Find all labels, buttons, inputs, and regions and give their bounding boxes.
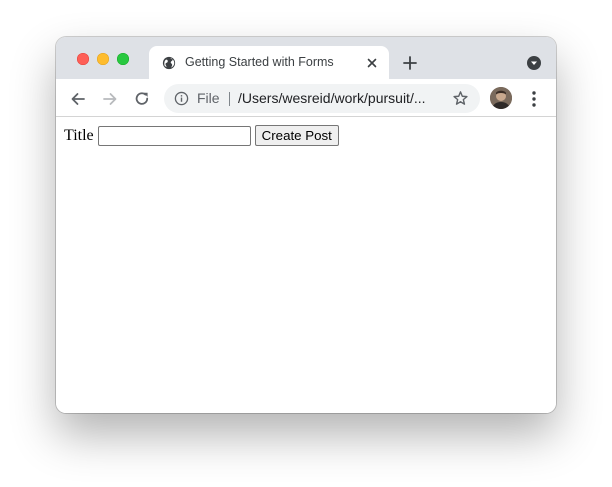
tab-title: Getting Started with Forms xyxy=(185,55,334,69)
profile-photo xyxy=(490,87,512,109)
active-tab[interactable]: Getting Started with Forms xyxy=(149,46,389,80)
browser-window: Getting Started with Forms File /Users/w… xyxy=(56,37,556,413)
page-content: Title Create Post xyxy=(56,117,556,413)
reload-icon[interactable] xyxy=(133,90,151,108)
title-input[interactable] xyxy=(97,125,251,146)
arrow-right-icon[interactable] xyxy=(101,90,119,108)
arrow-left-icon[interactable] xyxy=(69,90,87,108)
title-label: Title xyxy=(64,126,94,144)
star-icon[interactable] xyxy=(452,90,469,107)
tab-strip: Getting Started with Forms xyxy=(56,37,556,80)
omnibox-separator xyxy=(229,92,230,106)
toolbar: File /Users/wesreid/work/pursuit/... xyxy=(56,80,556,117)
avatar[interactable] xyxy=(490,87,512,109)
create-post-button[interactable]: Create Post xyxy=(254,125,339,146)
globe-icon xyxy=(162,56,176,70)
omnibox[interactable]: File /Users/wesreid/work/pursuit/... xyxy=(164,84,480,113)
minimize-window-button[interactable] xyxy=(97,53,109,65)
close-icon[interactable] xyxy=(365,56,379,70)
info-icon[interactable] xyxy=(174,91,189,106)
create-post-form: Title Create Post xyxy=(64,125,339,146)
plus-icon[interactable] xyxy=(402,55,418,71)
more-vertical-icon[interactable] xyxy=(528,90,540,108)
close-window-button[interactable] xyxy=(77,53,89,65)
fullscreen-window-button[interactable] xyxy=(117,53,129,65)
address-url[interactable]: /Users/wesreid/work/pursuit/... xyxy=(238,90,426,106)
chevron-down-circle-icon[interactable] xyxy=(526,55,542,71)
url-scheme-label: File xyxy=(197,90,220,106)
